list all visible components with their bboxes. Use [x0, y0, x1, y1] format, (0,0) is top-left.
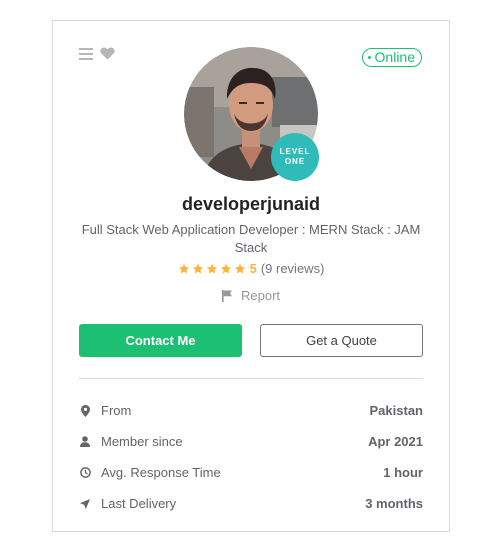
flag-icon	[221, 289, 232, 302]
stat-row-from: From Pakistan	[79, 395, 423, 426]
star-icon	[192, 263, 203, 273]
stat-label-group: From	[79, 403, 131, 418]
stat-value: Apr 2021	[368, 434, 423, 449]
stat-label: Avg. Response Time	[101, 465, 221, 480]
menu-icon[interactable]	[79, 47, 93, 65]
stat-row-member-since: Member since Apr 2021	[79, 426, 423, 457]
heart-icon[interactable]	[100, 47, 115, 65]
seller-profile-card: Online LEVEL ONE developerjunaid Full St…	[52, 20, 450, 532]
stat-label: From	[101, 403, 132, 418]
star-icon	[234, 263, 245, 273]
seller-tagline: Full Stack Web Application Developer : M…	[81, 222, 421, 255]
stat-value: 1 hour	[383, 465, 423, 480]
stat-label-group: Member since	[79, 434, 183, 449]
stat-row-last-delivery: Last Delivery 3 months	[79, 488, 423, 519]
online-status-label: Online	[374, 49, 415, 65]
review-count[interactable]: (9 reviews)	[261, 261, 325, 276]
send-icon	[79, 498, 91, 509]
clock-icon	[79, 467, 91, 478]
level-badge: LEVEL ONE	[271, 133, 319, 181]
seller-stats-list: From Pakistan Member since Apr 2021 Avg.…	[79, 395, 423, 519]
contact-me-button[interactable]: Contact Me	[79, 324, 242, 357]
user-icon	[79, 436, 91, 447]
online-status-badge: Online	[361, 48, 422, 67]
report-label: Report	[240, 288, 281, 303]
divider	[79, 378, 423, 379]
stat-label-group: Avg. Response Time	[79, 465, 221, 480]
stat-value: 3 months	[365, 496, 423, 511]
stat-value: Pakistan	[369, 403, 423, 418]
rating-row: 5 (9 reviews)	[53, 261, 449, 276]
seller-username[interactable]: developerjunaid	[53, 194, 449, 215]
star-icon	[178, 263, 189, 273]
stat-label: Member since	[101, 434, 183, 449]
get-a-quote-button[interactable]: Get a Quote	[260, 324, 423, 357]
rating-score: 5	[249, 261, 257, 276]
report-link[interactable]: Report	[53, 288, 449, 303]
star-icon	[206, 263, 217, 273]
level-badge-line2: ONE	[284, 157, 306, 166]
avatar-wrapper: LEVEL ONE	[184, 47, 319, 181]
stat-label: Last Delivery	[101, 496, 177, 511]
star-icon	[220, 263, 231, 273]
rating-stars	[178, 263, 246, 275]
stat-label-group: Last Delivery	[79, 496, 176, 511]
card-top-icons	[79, 47, 115, 65]
online-dot-icon	[367, 56, 371, 59]
level-badge-line1: LEVEL	[279, 147, 311, 156]
location-pin-icon	[79, 404, 91, 417]
stat-row-response-time: Avg. Response Time 1 hour	[79, 457, 423, 488]
